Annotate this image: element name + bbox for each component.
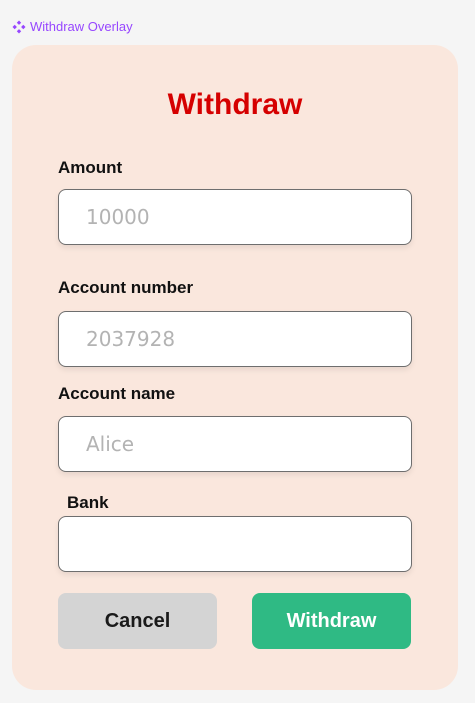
account-number-label: Account number [58, 278, 194, 297]
account-name-input[interactable] [58, 416, 412, 472]
bank-input[interactable] [58, 516, 412, 572]
frame-label: Withdraw Overlay [12, 19, 133, 35]
amount-label: Amount [58, 158, 123, 177]
frame-label-text: Withdraw Overlay [30, 19, 133, 34]
account-number-input[interactable] [58, 311, 412, 367]
page-title: Withdraw [167, 88, 303, 121]
account-name-label: Account name [58, 384, 176, 403]
withdraw-button[interactable]: Withdraw [252, 593, 411, 649]
bank-label: Bank [67, 493, 109, 512]
amount-input[interactable] [58, 189, 412, 245]
withdraw-overlay: Withdraw Amount Account number Account n… [12, 45, 458, 690]
cancel-button[interactable]: Cancel [58, 593, 217, 649]
component-icon [12, 20, 26, 34]
